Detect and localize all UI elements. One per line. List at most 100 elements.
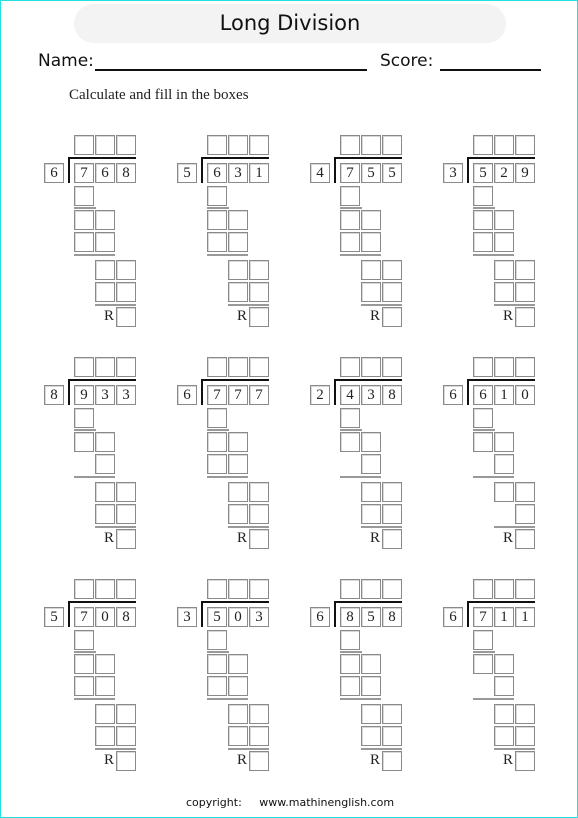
work-box[interactable]	[228, 260, 248, 280]
work-box[interactable]	[74, 186, 94, 206]
work-box[interactable]	[249, 260, 269, 280]
work-box[interactable]	[95, 676, 115, 696]
work-box[interactable]	[382, 704, 402, 724]
work-box[interactable]	[340, 186, 360, 206]
work-box[interactable]	[207, 630, 227, 650]
work-box[interactable]	[207, 676, 227, 696]
work-box[interactable]	[494, 260, 514, 280]
work-box[interactable]	[361, 726, 381, 746]
work-box[interactable]	[494, 210, 514, 230]
work-box[interactable]	[382, 726, 402, 746]
work-box[interactable]	[249, 282, 269, 302]
quotient-digit-box[interactable]	[207, 579, 227, 599]
work-box[interactable]	[116, 282, 136, 302]
quotient-digit-box[interactable]	[473, 135, 493, 155]
work-box[interactable]	[228, 232, 248, 252]
work-box[interactable]	[494, 726, 514, 746]
work-box[interactable]	[228, 454, 248, 474]
quotient-digit-box[interactable]	[361, 135, 381, 155]
quotient-digit-box[interactable]	[249, 135, 269, 155]
work-box[interactable]	[95, 260, 115, 280]
work-box[interactable]	[473, 186, 493, 206]
work-box[interactable]	[95, 726, 115, 746]
work-box[interactable]	[494, 282, 514, 302]
work-box[interactable]	[515, 260, 535, 280]
name-blank-line[interactable]	[95, 53, 367, 71]
work-box[interactable]	[228, 676, 248, 696]
work-box[interactable]	[116, 504, 136, 524]
quotient-digit-box[interactable]	[207, 135, 227, 155]
remainder-box[interactable]	[249, 751, 269, 771]
work-box[interactable]	[361, 282, 381, 302]
work-box[interactable]	[494, 676, 514, 696]
work-box[interactable]	[382, 504, 402, 524]
work-box[interactable]	[494, 482, 514, 502]
work-box[interactable]	[340, 630, 360, 650]
quotient-digit-box[interactable]	[361, 357, 381, 377]
work-box[interactable]	[207, 210, 227, 230]
work-box[interactable]	[249, 504, 269, 524]
quotient-digit-box[interactable]	[74, 135, 94, 155]
remainder-box[interactable]	[249, 529, 269, 549]
work-box[interactable]	[95, 282, 115, 302]
work-box[interactable]	[515, 482, 535, 502]
work-box[interactable]	[515, 504, 535, 524]
work-box[interactable]	[74, 210, 94, 230]
quotient-digit-box[interactable]	[249, 357, 269, 377]
quotient-digit-box[interactable]	[382, 357, 402, 377]
work-box[interactable]	[361, 704, 381, 724]
work-box[interactable]	[95, 704, 115, 724]
work-box[interactable]	[116, 260, 136, 280]
remainder-box[interactable]	[515, 751, 535, 771]
work-box[interactable]	[207, 454, 227, 474]
work-box[interactable]	[361, 210, 381, 230]
work-box[interactable]	[249, 726, 269, 746]
work-box[interactable]	[473, 630, 493, 650]
quotient-digit-box[interactable]	[340, 135, 360, 155]
work-box[interactable]	[473, 432, 493, 452]
work-box[interactable]	[95, 482, 115, 502]
work-box[interactable]	[228, 282, 248, 302]
quotient-digit-box[interactable]	[207, 357, 227, 377]
work-box[interactable]	[116, 726, 136, 746]
quotient-digit-box[interactable]	[494, 357, 514, 377]
website-link[interactable]: www.mathinenglish.com	[259, 796, 394, 809]
quotient-digit-box[interactable]	[494, 579, 514, 599]
work-box[interactable]	[228, 210, 248, 230]
score-blank-line[interactable]	[440, 53, 541, 71]
work-box[interactable]	[361, 260, 381, 280]
work-box[interactable]	[494, 704, 514, 724]
work-box[interactable]	[116, 704, 136, 724]
work-box[interactable]	[340, 432, 360, 452]
work-box[interactable]	[382, 282, 402, 302]
quotient-digit-box[interactable]	[116, 135, 136, 155]
work-box[interactable]	[207, 186, 227, 206]
work-box[interactable]	[473, 408, 493, 428]
work-box[interactable]	[228, 654, 248, 674]
work-box[interactable]	[382, 260, 402, 280]
work-box[interactable]	[494, 232, 514, 252]
quotient-digit-box[interactable]	[473, 357, 493, 377]
quotient-digit-box[interactable]	[249, 579, 269, 599]
work-box[interactable]	[494, 654, 514, 674]
work-box[interactable]	[473, 654, 493, 674]
work-box[interactable]	[494, 454, 514, 474]
remainder-box[interactable]	[515, 307, 535, 327]
quotient-digit-box[interactable]	[494, 135, 514, 155]
quotient-digit-box[interactable]	[340, 579, 360, 599]
quotient-digit-box[interactable]	[382, 579, 402, 599]
work-box[interactable]	[95, 210, 115, 230]
remainder-box[interactable]	[116, 751, 136, 771]
quotient-digit-box[interactable]	[95, 135, 115, 155]
quotient-digit-box[interactable]	[515, 357, 535, 377]
work-box[interactable]	[340, 676, 360, 696]
work-box[interactable]	[228, 432, 248, 452]
quotient-digit-box[interactable]	[116, 357, 136, 377]
quotient-digit-box[interactable]	[116, 579, 136, 599]
work-box[interactable]	[116, 482, 136, 502]
quotient-digit-box[interactable]	[515, 135, 535, 155]
work-box[interactable]	[95, 454, 115, 474]
work-box[interactable]	[473, 232, 493, 252]
work-box[interactable]	[340, 408, 360, 428]
work-box[interactable]	[228, 704, 248, 724]
